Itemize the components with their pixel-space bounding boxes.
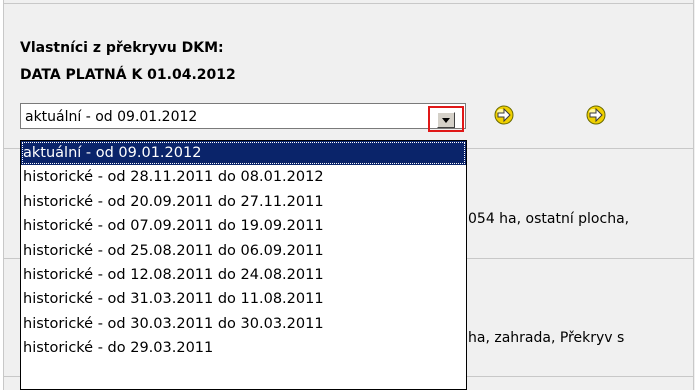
dropdown-option[interactable]: historické - od 12.08.2011 do 24.08.2011 xyxy=(21,263,466,287)
dropdown-button[interactable] xyxy=(428,106,464,132)
owner-row-text: 054 ha, ostatní plocha, xyxy=(468,211,630,227)
owner-row-text: ha, zahrada, Překryv s xyxy=(468,330,625,346)
version-select[interactable]: aktuální - od 09.01.2012 xyxy=(20,103,466,129)
go-arrow-icon[interactable] xyxy=(585,104,607,126)
dropdown-option[interactable]: historické - od 31.03.2011 do 11.08.2011 xyxy=(21,287,466,311)
dropdown-option[interactable]: aktuální - od 09.01.2012 xyxy=(21,141,466,166)
top-border xyxy=(3,3,694,4)
chevron-down-icon xyxy=(437,112,455,128)
dropdown-option[interactable]: historické - od 30.03.2011 do 30.03.2011 xyxy=(21,312,466,336)
dropdown-option[interactable]: historické - do 29.03.2011 xyxy=(21,336,466,360)
dropdown-option[interactable]: historické - od 20.09.2011 do 27.11.2011 xyxy=(21,190,466,214)
right-border xyxy=(693,0,694,390)
section-title: Vlastníci z překryvu DKM: xyxy=(20,40,224,56)
section-subtitle: DATA PLATNÁ K 01.04.2012 xyxy=(20,67,236,83)
version-dropdown-list[interactable]: aktuální - od 09.01.2012 historické - od… xyxy=(20,140,467,390)
dropdown-option[interactable]: historické - od 28.11.2011 do 08.01.2012 xyxy=(21,165,466,189)
version-select-value: aktuální - od 09.01.2012 xyxy=(25,109,198,125)
dropdown-option[interactable]: historické - od 07.09.2011 do 19.09.2011 xyxy=(21,214,466,238)
go-arrow-icon[interactable] xyxy=(493,104,515,126)
dropdown-option[interactable]: historické - od 25.08.2011 do 06.09.2011 xyxy=(21,239,466,263)
